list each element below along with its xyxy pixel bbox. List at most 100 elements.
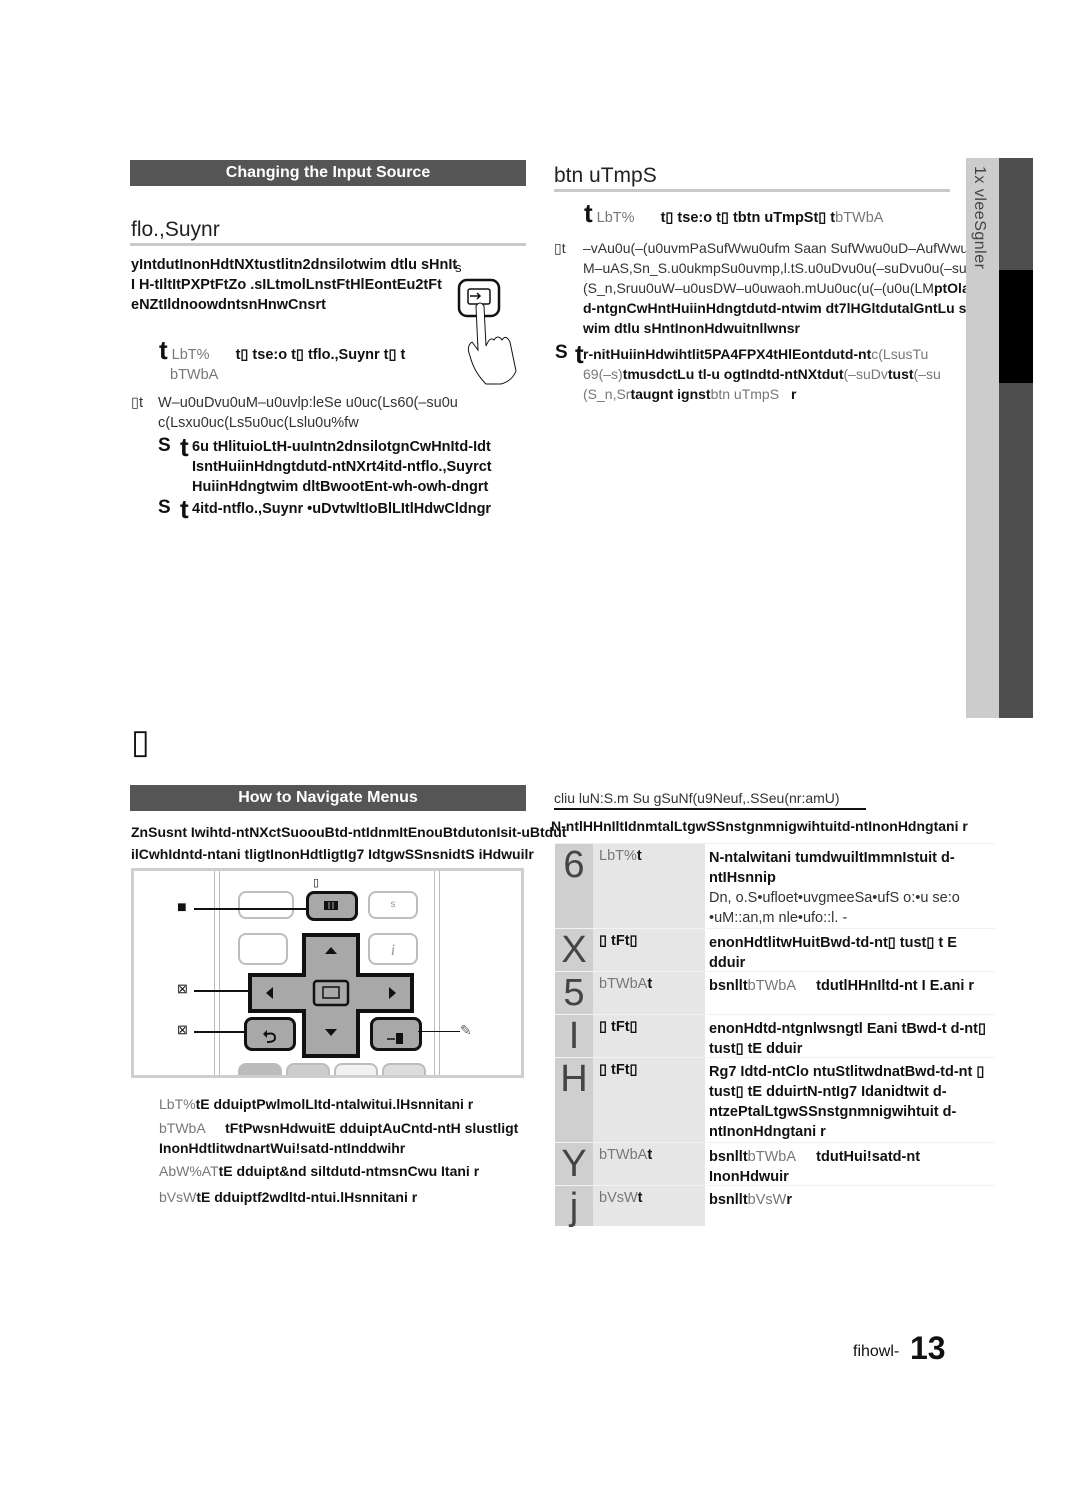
callout-line xyxy=(194,1031,246,1033)
note-block: ▯t W–u0uDvu0uM–u0uvlp:leSe u0uc(Ls60(–su… xyxy=(131,393,491,433)
key-description: bVsWtE dduiptf2wdltd-ntui.lHsnnitani r xyxy=(159,1187,549,1207)
caption-underline xyxy=(554,808,866,810)
intro-line: ZnSusnt Iwihtd-ntNXctSuoouBtd-ntIdnmItEn… xyxy=(131,824,567,840)
bullet-text: tust xyxy=(887,366,914,382)
remote-edge-right xyxy=(434,871,440,1075)
bullet-text: r-nitHuiinHdwihtlit5PA4FPX4tHlEontdutd-n… xyxy=(583,346,872,362)
step-instruction: t LbT% t▯ tse:o t▯ tflo.,Suynr t▯ t bTWbA xyxy=(159,337,459,385)
callout-marker-return: ⊠ xyxy=(177,1022,188,1037)
key-bold: ▯ tFt▯ xyxy=(599,1062,638,1078)
intro-paragraph: ZnSusnt Iwihtd-ntNXctSuoouBtd-ntIdnmItEn… xyxy=(131,822,601,864)
step-marker: t xyxy=(584,198,593,228)
bullet-text-gray: (–su xyxy=(913,366,941,382)
return-button[interactable] xyxy=(244,1017,296,1051)
subsection-title-source: flo.,Suynr xyxy=(131,218,220,241)
exit-button[interactable] xyxy=(370,1017,422,1051)
color-button-green xyxy=(286,1063,330,1075)
key-bold: t xyxy=(647,1147,653,1163)
step-instruction: t LbT% t▯ tse:o t▯ tbtn uTmpSt▯ tbTWbA xyxy=(584,200,944,228)
intro-line: ilCwhIdntd-ntani tligtInonHdtligtIg7 Idt… xyxy=(131,846,534,862)
key-description: LbT%tE dduiptPwlmolLItd-ntalwitui.lHsnni… xyxy=(159,1094,549,1114)
intro-line: yIntdutInonHdtNXtustlitn2dnsilotwim dtlu… xyxy=(131,257,458,273)
table-row: I ▯ tFt▯ enonHdtd-ntgnlwsngtl Eani tBwd-… xyxy=(555,1014,995,1057)
menu-key-label: ▯ xyxy=(313,877,320,889)
step-number: H xyxy=(555,1058,593,1142)
key-name-menu: LbT% xyxy=(596,210,635,226)
table-row: Y bTWbAt bsnlltbTWbA tdutHui!satd-nt Ino… xyxy=(555,1142,995,1185)
bullet-text-gray: btn uTmpS xyxy=(710,386,780,402)
remote-button-faded xyxy=(238,891,294,919)
key-name: LbT% xyxy=(159,1096,196,1112)
page-number: 13 xyxy=(910,1330,946,1366)
bullet-line: 4itd-ntflo.,Suynr •uDvtwltIoBlLItlHdwCld… xyxy=(192,501,492,517)
step-description: N-ntalwitani tumdwuiltImmnIstuit d-ntIHs… xyxy=(705,844,995,928)
key-name: bTWbA xyxy=(159,1120,206,1136)
pencil-icon: ✎ xyxy=(460,1022,472,1038)
callout-marker-direction: ⊠ xyxy=(177,981,188,996)
step-text-gray: bTWbA xyxy=(747,978,797,994)
step-path: t▯ tse:o t▯ tbtn uTmpSt▯ t xyxy=(660,210,836,226)
remote-edge-left xyxy=(214,871,220,1075)
step-text: bsnllt xyxy=(709,1192,748,1208)
step-number: 5 xyxy=(555,972,593,1014)
intro-line: eNZtIldnoowdntsnHnwCnsrt xyxy=(131,297,326,313)
chapter-tab-active[interactable] xyxy=(999,270,1033,383)
step-number: 6 xyxy=(555,844,593,928)
note-line: –vAu0u(–(u0uvmPaSufWwu0ufm Saan SufWwu0u… xyxy=(583,240,984,256)
step-text-gray: bVsW xyxy=(747,1192,787,1208)
color-button-red xyxy=(238,1063,282,1075)
step-key: bTWbAt xyxy=(593,972,705,1014)
key-gray: LbT% xyxy=(599,848,637,864)
step-description: bsnlltbTWbA tdutlHHnIltd-nt I E.ani r xyxy=(705,972,995,1014)
step-description: bsnlltbTWbA tdutHui!satd-nt InonHdwuir xyxy=(705,1143,995,1185)
table-row: H ▯ tFt▯ Rg7 Idtd-ntClo ntuStlitwdnatBwd… xyxy=(555,1057,995,1142)
callout-line xyxy=(418,1031,460,1032)
table-row: X ▯ tFt▯ enonHdtlitwHuitBwd-td-nt▯ tust▯… xyxy=(555,928,995,971)
chapter-tab-label: 1x vleeSgnler xyxy=(971,166,988,270)
note-line: M–uAS,Sn_S.u0ukmpSu0uvmp,l.tS.u0uDvu0u(–… xyxy=(583,260,967,276)
exit-icon xyxy=(387,1033,403,1044)
return-icon xyxy=(263,1030,277,1043)
step-key: ▯ tFt▯ xyxy=(593,1058,705,1142)
bullet-line: IsntHuiinHdngtdutd-ntNXrt4itd-ntflo.,Suy… xyxy=(192,459,492,475)
key-name-enter: bTWbA xyxy=(170,367,219,383)
key-bold: ▯ tFt▯ xyxy=(599,1019,638,1035)
bullet-text: taugnt ignst xyxy=(630,386,711,402)
step-number: Y xyxy=(555,1143,593,1185)
bullet-text-gray: 69(–s) xyxy=(583,366,623,382)
key-description: AbW%ATtE dduipt&nd siltdutd-ntmsnCwu Ita… xyxy=(159,1161,549,1181)
menu-steps-table: 6 LbT%t N-ntalwitani tumdwuiltImmnIstuit… xyxy=(555,843,995,1228)
subsection-title-right: btn uTmpS xyxy=(554,164,657,187)
note-icon: ▯t xyxy=(554,240,566,256)
bullet-item: S t r-nitHuiinHdwihtlit5PA4FPX4tHlEontdu… xyxy=(555,341,975,404)
key-gray: bTWbA xyxy=(599,1147,648,1163)
table-row: 6 LbT%t N-ntalwitani tumdwuiltImmnIstuit… xyxy=(555,843,995,928)
step-key: bTWbAt xyxy=(593,1143,705,1185)
step-text: tdutlHHnIltd-nt I E.ani r xyxy=(816,978,975,994)
step-description: enonHdtd-ntgnlwsngtl Eani tBwd-t d-nt▯ t… xyxy=(709,1021,986,1057)
bullet-marker-t: t xyxy=(180,494,189,524)
step-text: r xyxy=(786,1192,792,1208)
table-row: j bVsWt bsnlltbVsWr xyxy=(555,1185,995,1228)
divider xyxy=(130,243,526,246)
bullet-marker: S xyxy=(158,435,171,456)
hand-pressing-source-key-illustration xyxy=(456,276,526,386)
key-bold: t xyxy=(636,848,642,864)
note-line: W–u0uDvu0uM–u0uvlp:leSe u0uc(Ls60(–su0u xyxy=(158,395,458,411)
placeholder-glyph: ▯ xyxy=(131,723,150,761)
step-key: LbT%t xyxy=(593,844,705,928)
footer-label: fihowl- xyxy=(853,1343,900,1360)
note-icon: ▯t xyxy=(131,395,144,411)
step-marker: t xyxy=(159,335,168,365)
remote-button-source: s xyxy=(368,891,418,919)
key-description-text: tE dduipt&nd siltdutd-ntmsnCwu Itani r xyxy=(218,1163,480,1179)
menu-button[interactable] xyxy=(306,891,358,921)
key-description: bTWbA tFtPwsnHdwuitE dduiptAuCntd-ntH sl… xyxy=(159,1118,549,1158)
note-block: ▯t –vAu0u(–(u0uvmPaSufWwu0ufm Saan SufWw… xyxy=(554,238,994,338)
step-number: I xyxy=(555,1015,593,1057)
key-description-text: tE dduiptf2wdltd-ntui.lHsnnitani r xyxy=(196,1189,418,1205)
source-key-label: s xyxy=(455,260,462,275)
key-name-menu: LbT% xyxy=(171,347,210,363)
key-gray: bTWbA xyxy=(599,976,648,992)
step-description: bsnlltbVsWr xyxy=(705,1186,995,1226)
